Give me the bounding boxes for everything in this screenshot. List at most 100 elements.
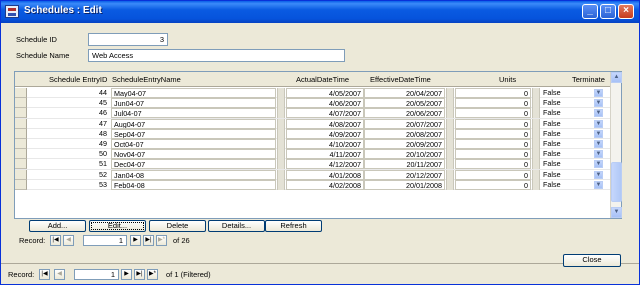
chevron-down-icon[interactable]: ▼: [594, 170, 603, 179]
close-window-button[interactable]: ×: [618, 4, 634, 19]
row-selector[interactable]: [15, 128, 27, 139]
chevron-down-icon[interactable]: ▼: [594, 160, 603, 169]
actual-datetime-cell[interactable]: 4/10/2007: [286, 138, 364, 149]
row-selector[interactable]: [15, 159, 27, 170]
new-record-icon[interactable]: ▶*: [156, 235, 167, 246]
entry-id-cell[interactable]: 49: [29, 139, 107, 149]
units-cell[interactable]: 0: [455, 149, 531, 160]
row-selector[interactable]: [15, 88, 27, 98]
schedule-id-field[interactable]: 3: [88, 33, 168, 46]
minimize-button[interactable]: _: [582, 4, 598, 19]
column-header-actual-datetime[interactable]: ActualDateTime: [296, 75, 349, 84]
actual-datetime-cell[interactable]: 4/02/2008: [286, 179, 364, 190]
table-row[interactable]: 48 Sep04-07 4/09/2007 20/08/2007 0 False ▼: [15, 128, 611, 139]
effective-datetime-cell[interactable]: 20/12/2007: [364, 169, 445, 180]
scroll-thumb[interactable]: [611, 162, 622, 202]
last-record-icon[interactable]: ▶|: [143, 235, 154, 246]
units-cell[interactable]: 0: [455, 138, 531, 149]
entry-id-cell[interactable]: 47: [29, 119, 107, 129]
terminate-cell[interactable]: False: [543, 170, 593, 180]
terminate-cell[interactable]: False: [543, 149, 593, 159]
row-selector[interactable]: [15, 98, 27, 109]
units-cell[interactable]: 0: [455, 108, 531, 119]
entry-name-cell[interactable]: Oct04-07: [111, 138, 276, 149]
last-record-icon[interactable]: ▶|: [134, 269, 145, 280]
previous-record-icon[interactable]: ◀: [63, 235, 74, 246]
close-button[interactable]: Close: [563, 254, 621, 267]
actual-datetime-cell[interactable]: 4/09/2007: [286, 128, 364, 139]
entry-name-cell[interactable]: Aug04-07: [111, 118, 276, 129]
table-row[interactable]: 45 Jun04-07 4/06/2007 20/05/2007 0 False ▼: [15, 98, 611, 109]
entry-name-cell[interactable]: May04-07: [111, 88, 276, 98]
actual-datetime-cell[interactable]: 4/11/2007: [286, 149, 364, 160]
entry-name-cell[interactable]: Jul04-07: [111, 108, 276, 119]
actual-datetime-cell[interactable]: 4/12/2007: [286, 159, 364, 170]
effective-datetime-cell[interactable]: 20/09/2007: [364, 138, 445, 149]
table-row[interactable]: 47 Aug04-07 4/08/2007 20/07/2007 0 False ▼: [15, 118, 611, 129]
chevron-down-icon[interactable]: ▼: [594, 180, 603, 189]
terminate-cell[interactable]: False: [543, 159, 593, 169]
effective-datetime-cell[interactable]: 20/07/2007: [364, 118, 445, 129]
row-selector[interactable]: [15, 138, 27, 149]
terminate-cell[interactable]: False: [543, 139, 593, 149]
table-row[interactable]: 46 Jul04-07 4/07/2007 20/06/2007 0 False ▼: [15, 108, 611, 119]
terminate-cell[interactable]: False: [543, 180, 593, 190]
actual-datetime-cell[interactable]: 4/06/2007: [286, 98, 364, 109]
row-selector[interactable]: [15, 149, 27, 160]
actual-datetime-cell[interactable]: 4/01/2008: [286, 169, 364, 180]
entry-id-cell[interactable]: 53: [29, 180, 107, 190]
details-button[interactable]: Details...: [208, 220, 265, 232]
effective-datetime-cell[interactable]: 20/05/2007: [364, 98, 445, 109]
chevron-down-icon[interactable]: ▼: [594, 99, 603, 108]
table-row[interactable]: 49 Oct04-07 4/10/2007 20/09/2007 0 False ▼: [15, 138, 611, 150]
entry-name-cell[interactable]: Dec04-07: [111, 159, 276, 170]
table-row[interactable]: 52 Jan04-08 4/01/2008 20/12/2007 0 False ▼: [15, 169, 611, 180]
first-record-icon[interactable]: |◀: [50, 235, 61, 246]
new-record-icon[interactable]: ▶*: [147, 269, 158, 280]
column-header-entry-name[interactable]: ScheduleEntryName: [112, 75, 181, 84]
entry-name-cell[interactable]: Feb04-08: [111, 179, 276, 190]
entry-id-cell[interactable]: 51: [29, 159, 107, 169]
units-cell[interactable]: 0: [455, 118, 531, 129]
entry-name-cell[interactable]: Sep04-07: [111, 128, 276, 139]
title-bar[interactable]: Schedules : Edit _ □ ×: [1, 1, 639, 23]
entry-id-cell[interactable]: 48: [29, 129, 107, 139]
entry-id-cell[interactable]: 45: [29, 98, 107, 108]
units-cell[interactable]: 0: [455, 179, 531, 190]
table-row[interactable]: 44 May04-07 4/05/2007 20/04/2007 0 False ▼: [15, 88, 611, 99]
maximize-button[interactable]: □: [600, 4, 616, 19]
refresh-button[interactable]: Refresh: [265, 220, 322, 232]
edit-button[interactable]: Edit...: [89, 220, 146, 232]
previous-record-icon[interactable]: ◀: [54, 269, 65, 280]
table-row[interactable]: 51 Dec04-07 4/12/2007 20/11/2007 0 False ▼: [15, 159, 611, 170]
grid-vertical-scrollbar[interactable]: ▲ ▼: [610, 72, 622, 218]
first-record-icon[interactable]: |◀: [39, 269, 50, 280]
terminate-cell[interactable]: False: [543, 108, 593, 118]
units-cell[interactable]: 0: [455, 159, 531, 170]
row-selector[interactable]: [15, 169, 27, 180]
row-selector[interactable]: [15, 108, 27, 119]
entry-name-cell[interactable]: Jan04-08: [111, 169, 276, 180]
entry-id-cell[interactable]: 44: [29, 88, 107, 98]
row-selector[interactable]: [15, 179, 27, 190]
units-cell[interactable]: 0: [455, 128, 531, 139]
chevron-down-icon[interactable]: ▼: [594, 150, 603, 159]
table-row[interactable]: 50 Nov04-07 4/11/2007 20/10/2007 0 False ▼: [15, 149, 611, 160]
effective-datetime-cell[interactable]: 20/04/2007: [364, 88, 445, 98]
effective-datetime-cell[interactable]: 20/01/2008: [364, 179, 445, 190]
effective-datetime-cell[interactable]: 20/06/2007: [364, 108, 445, 119]
units-cell[interactable]: 0: [455, 98, 531, 109]
chevron-down-icon[interactable]: ▼: [594, 89, 603, 97]
main-current-record-field[interactable]: 1: [74, 269, 119, 280]
units-cell[interactable]: 0: [455, 169, 531, 180]
effective-datetime-cell[interactable]: 20/10/2007: [364, 149, 445, 160]
column-header-terminate[interactable]: Terminate: [572, 75, 605, 84]
chevron-down-icon[interactable]: ▼: [594, 129, 603, 138]
entry-id-cell[interactable]: 50: [29, 149, 107, 159]
next-record-icon[interactable]: ▶: [130, 235, 141, 246]
entry-id-cell[interactable]: 52: [29, 170, 107, 180]
column-header-entry-id[interactable]: Schedule EntryID: [49, 75, 107, 84]
entry-name-cell[interactable]: Nov04-07: [111, 149, 276, 160]
terminate-cell[interactable]: False: [543, 88, 593, 98]
actual-datetime-cell[interactable]: 4/08/2007: [286, 118, 364, 129]
